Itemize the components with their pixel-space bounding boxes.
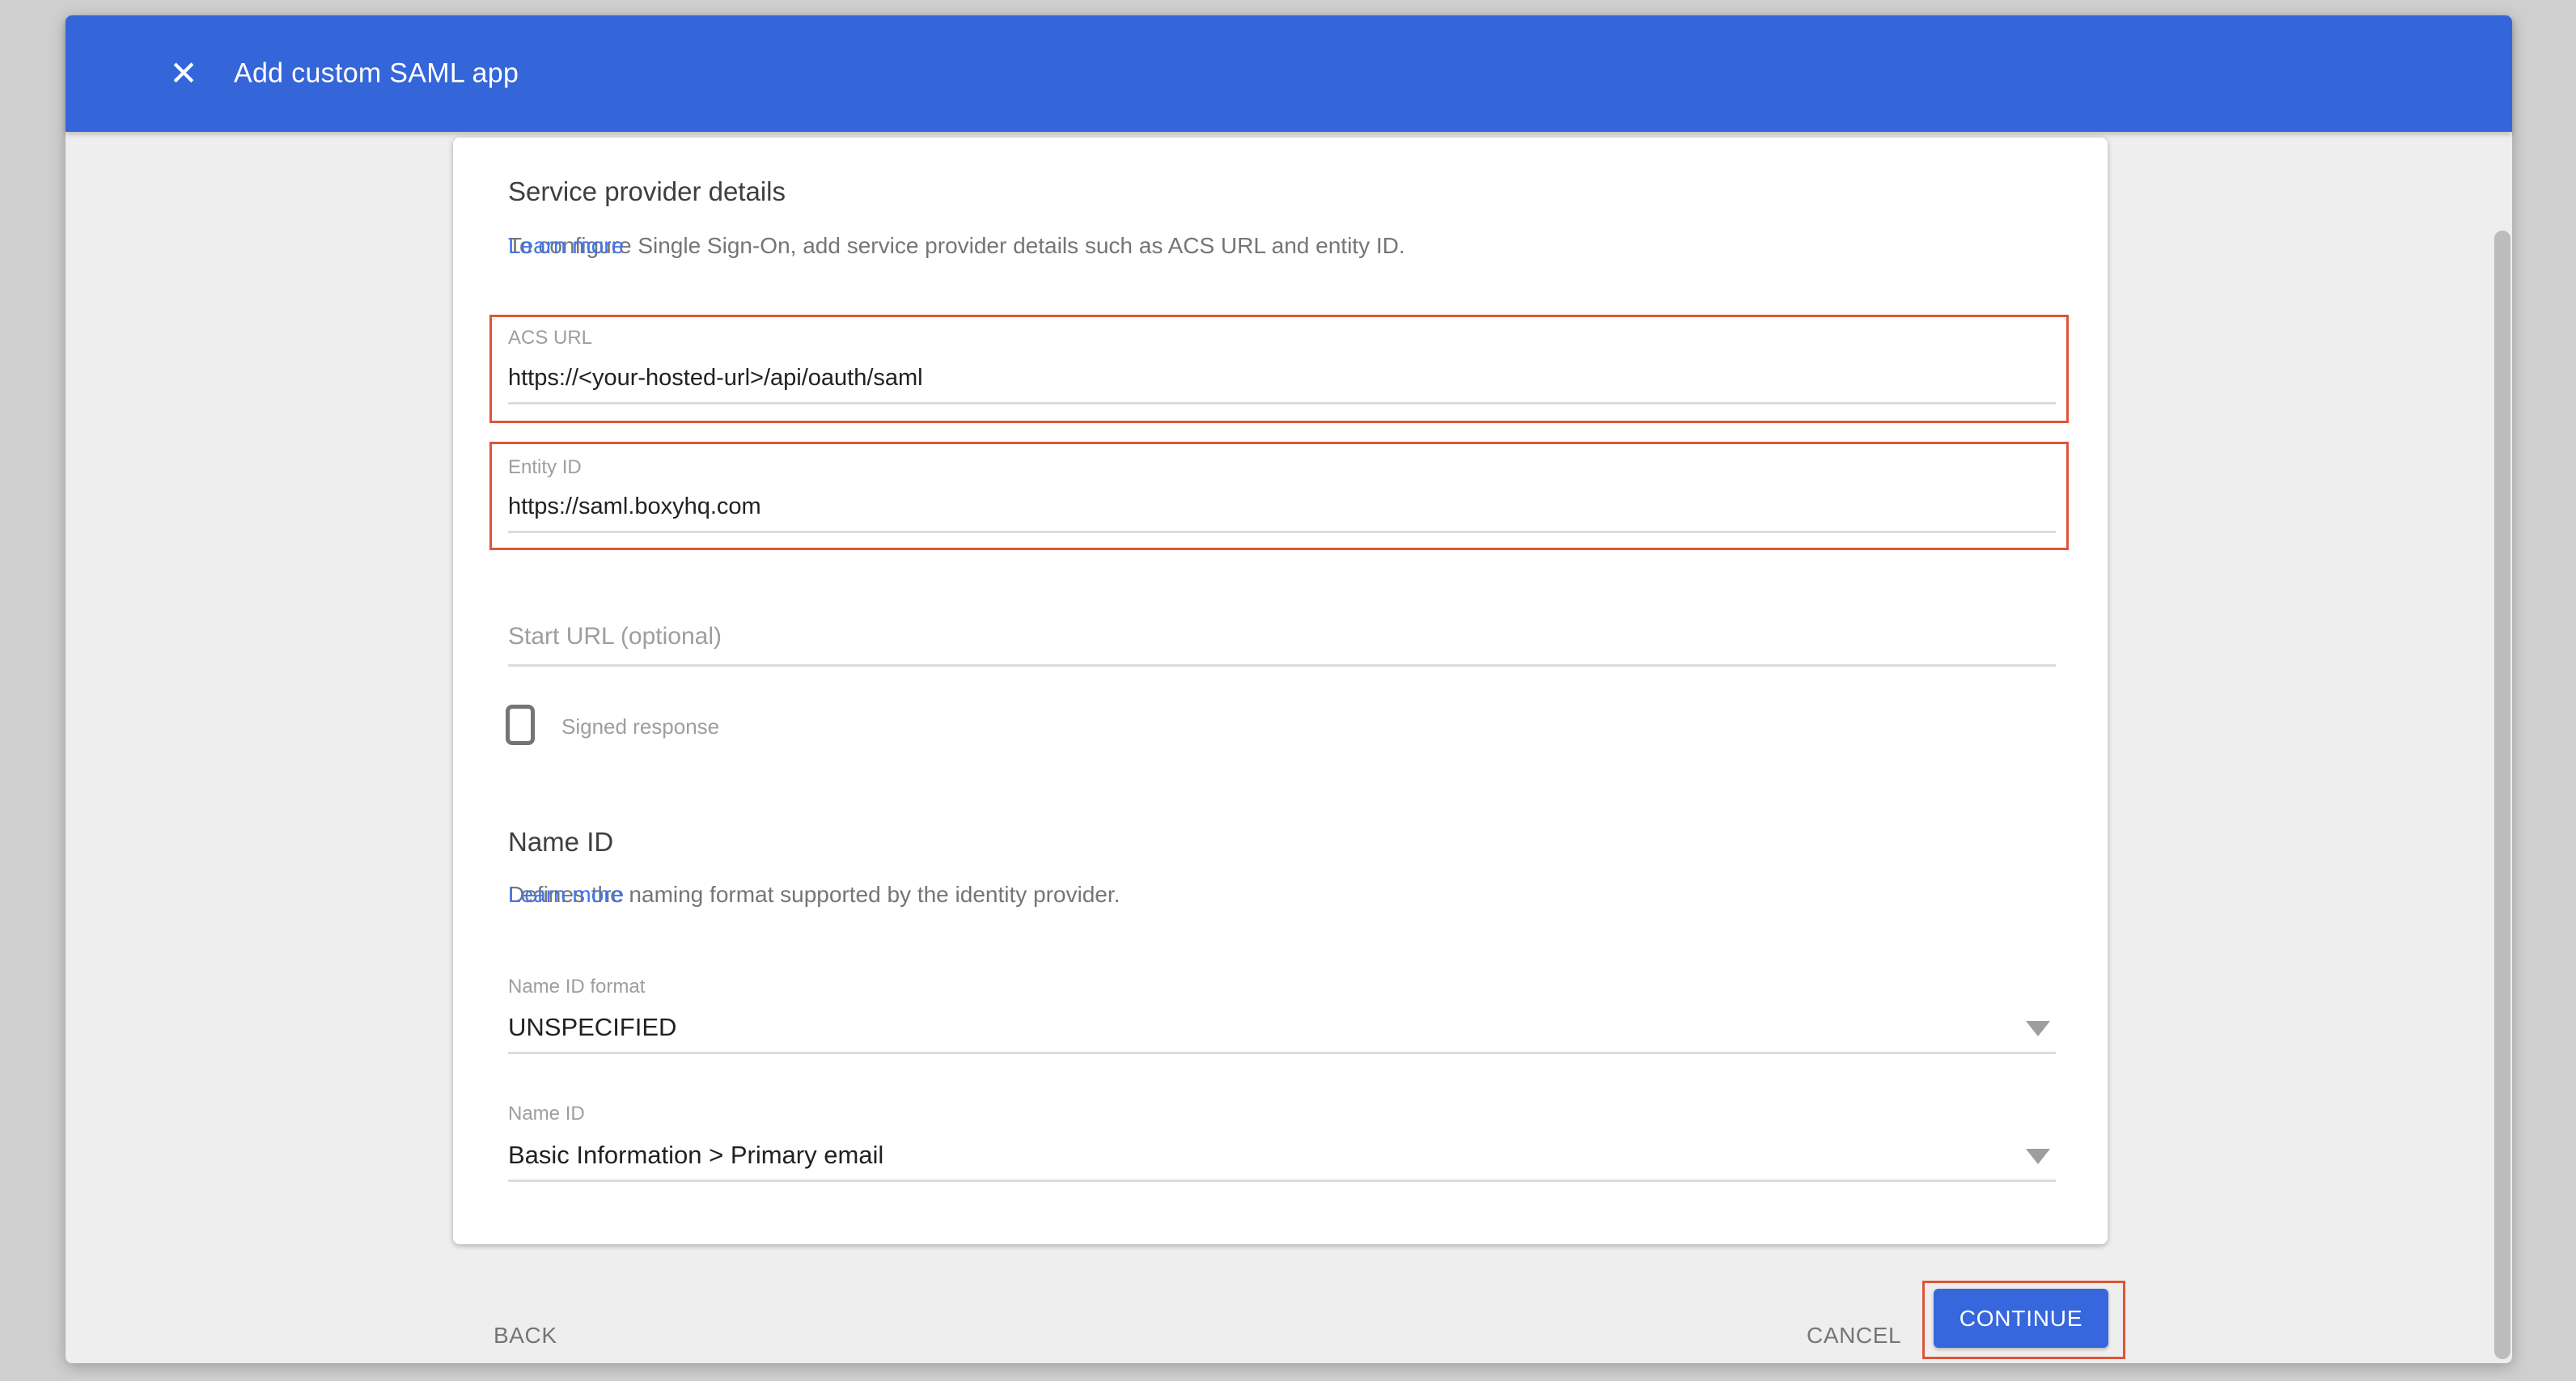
name-id-heading: Name ID xyxy=(508,827,613,858)
entity-id-label: Entity ID xyxy=(508,456,582,479)
learn-more-link-service-provider[interactable]: Learn more xyxy=(508,233,624,259)
scrollbar-thumb[interactable] xyxy=(2494,231,2510,1359)
service-provider-heading: Service provider details xyxy=(508,176,786,207)
back-button[interactable]: BACK xyxy=(494,1323,557,1349)
dialog-title: Add custom SAML app xyxy=(234,58,519,90)
signed-response-checkbox[interactable] xyxy=(506,705,535,745)
name-id-format-dropdown[interactable]: UNSPECIFIED xyxy=(508,1013,676,1042)
entity-id-underline xyxy=(508,531,2056,533)
close-icon[interactable]: ✕ xyxy=(161,51,206,96)
entity-id-input[interactable]: https://saml.boxyhq.com xyxy=(508,494,761,520)
start-url-input[interactable]: Start URL (optional) xyxy=(508,623,722,650)
service-provider-card: Service provider details To configure Si… xyxy=(453,138,2108,1244)
acs-url-input[interactable]: https://<your-hosted-url>/api/oauth/saml xyxy=(508,365,923,392)
service-provider-description-text: To configure Single Sign-On, add service… xyxy=(508,233,1405,259)
signed-response-label: Signed response xyxy=(561,714,719,739)
dialog-header: ✕ Add custom SAML app xyxy=(66,15,2512,132)
learn-more-link-name-id[interactable]: Learn more xyxy=(508,882,624,908)
start-url-underline xyxy=(508,664,2056,667)
acs-url-underline xyxy=(508,402,2056,405)
dropdown-arrow-icon[interactable] xyxy=(2026,1021,2050,1036)
acs-url-label: ACS URL xyxy=(508,327,592,349)
name-id-select-label: Name ID xyxy=(508,1103,585,1125)
name-id-dropdown[interactable]: Basic Information > Primary email xyxy=(508,1141,883,1170)
cancel-button[interactable]: CANCEL xyxy=(1807,1323,1901,1349)
name-id-format-underline xyxy=(508,1052,2056,1054)
continue-button[interactable]: CONTINUE xyxy=(1934,1289,2108,1348)
name-id-underline xyxy=(508,1180,2056,1182)
dropdown-arrow-icon[interactable] xyxy=(2026,1149,2050,1164)
add-custom-saml-app-dialog: ✕ Add custom SAML app Service provider d… xyxy=(66,15,2512,1363)
name-id-format-label: Name ID format xyxy=(508,976,645,998)
